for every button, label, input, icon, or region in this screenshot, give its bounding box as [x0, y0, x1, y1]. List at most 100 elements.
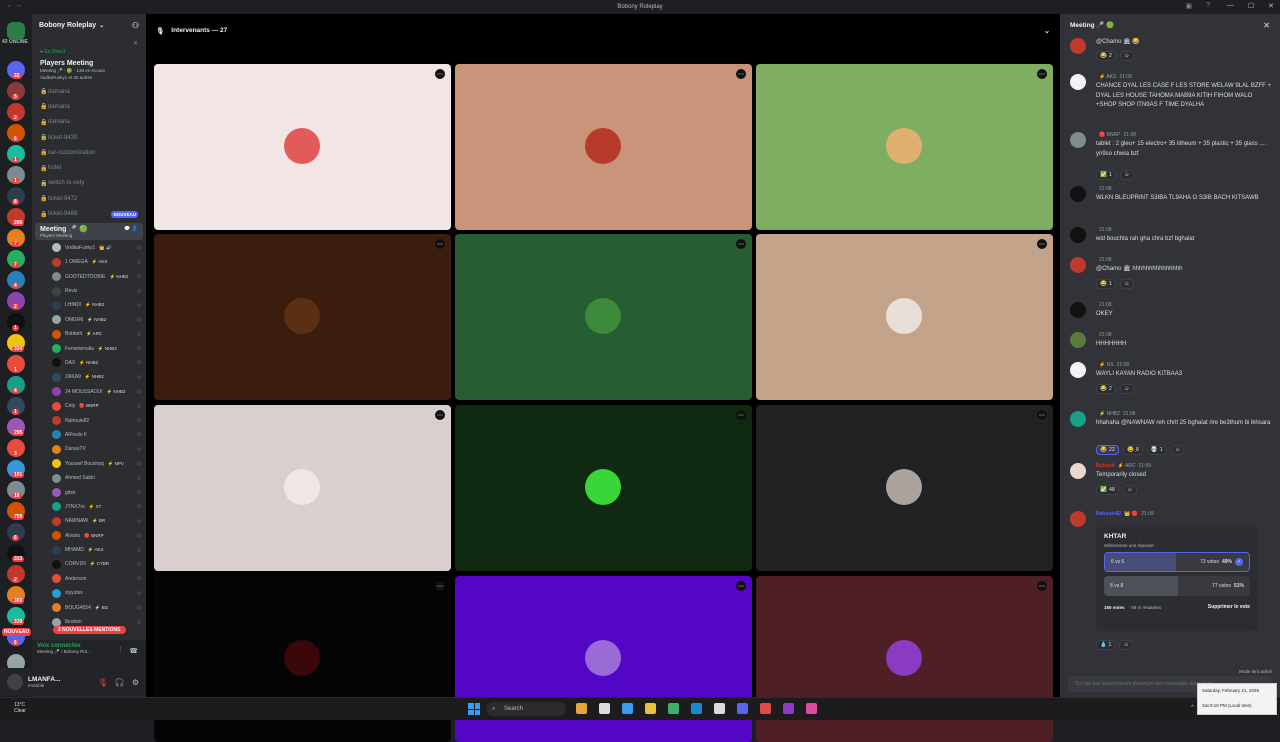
- reaction-chip[interactable]: 😂 2: [1096, 384, 1116, 394]
- taskbar-app-icon[interactable]: [714, 703, 725, 714]
- channel-item[interactable]: 🔒 damana: [32, 99, 146, 114]
- more-options-icon[interactable]: ⋯: [435, 69, 445, 79]
- speaker-tile[interactable]: ⋯: [154, 234, 451, 400]
- reaction-chip[interactable]: 😂 1: [1096, 279, 1116, 289]
- disconnect-icon[interactable]: ☎: [129, 647, 138, 655]
- author-name[interactable]: Bobbelt: [1096, 463, 1115, 469]
- reaction-chip[interactable]: 💧 1: [1096, 640, 1116, 650]
- chevron-down-icon[interactable]: ⌄: [1044, 27, 1050, 35]
- avatar[interactable]: [1070, 227, 1086, 243]
- more-options-icon[interactable]: ⋯: [736, 410, 746, 420]
- speaker-tile[interactable]: ⋯: [455, 64, 752, 230]
- headphones-icon[interactable]: 🎧: [115, 678, 125, 687]
- add-reaction-icon[interactable]: ☺: [1119, 640, 1134, 650]
- voice-user[interactable]: JYNX7rs ⚡ X7 🎙̸: [32, 500, 146, 514]
- voice-user[interactable]: 1 OMEGA ⚡ AKS 🎙̸: [32, 255, 146, 269]
- voice-user[interactable]: LHINDI ⚡ NHB2 🎙̸: [32, 298, 146, 312]
- remove-vote-button[interactable]: Supprimer le vote: [1208, 604, 1250, 610]
- voice-user[interactable]: MHAMD ⚡ AKS 🎙̸: [32, 543, 146, 557]
- reaction-chip[interactable]: ✅ 48: [1096, 485, 1119, 495]
- avatar[interactable]: [1070, 463, 1086, 479]
- speaker-tile[interactable]: ⋯: [756, 405, 1053, 571]
- author-name[interactable]: Nahoule82: [1096, 511, 1121, 517]
- more-options-icon[interactable]: ⋯: [736, 581, 746, 591]
- channel-item[interactable]: 🔒 ticket-9430: [32, 130, 146, 145]
- avatar[interactable]: [7, 674, 23, 690]
- voice-user[interactable]: Reviz 🎙̸: [32, 284, 146, 298]
- speaker-tile[interactable]: ⋯: [756, 64, 1053, 230]
- inbox-icon[interactable]: ▣: [1185, 2, 1192, 10]
- voice-channel-meeting[interactable]: Meeting 🎤 🟢 💬 👤 Players Meeting: [35, 222, 143, 240]
- close-icon[interactable]: ✕: [133, 40, 138, 47]
- taskbar-app-icon[interactable]: [806, 703, 817, 714]
- avatar[interactable]: [1070, 186, 1086, 202]
- avatar[interactable]: [1070, 74, 1086, 90]
- gear-icon[interactable]: ⚙: [132, 678, 139, 687]
- voice-user[interactable]: GOOTEDTOOBIE ⚡ NHB2 🎙̸: [32, 269, 146, 283]
- speaker-tile[interactable]: ⋯: [756, 234, 1053, 400]
- reaction-chip[interactable]: 💀 1: [1146, 445, 1167, 455]
- server-icon[interactable]: [7, 22, 25, 40]
- taskbar-app-icon[interactable]: [783, 703, 794, 714]
- voice-user[interactable]: gitsh 🎙̸: [32, 485, 146, 499]
- channel-item[interactable]: 🔒 damana: [32, 84, 146, 99]
- server-header[interactable]: Bobony Roleplay ⌄ ⚇: [32, 14, 146, 36]
- voice-user[interactable]: Cety 🔴 BNRP 🎙̸: [32, 399, 146, 413]
- more-options-icon[interactable]: ⋯: [1037, 69, 1047, 79]
- reaction-chip[interactable]: 😂 8: [1122, 445, 1143, 455]
- taskbar-app-icon[interactable]: [668, 703, 679, 714]
- poll-answer[interactable]: 6 vs 6 73 votes 49% ✓: [1104, 552, 1250, 572]
- more-options-icon[interactable]: ⋯: [736, 69, 746, 79]
- reaction-chip[interactable]: ✅ 1: [1096, 170, 1116, 180]
- more-options-icon[interactable]: ⋯: [435, 239, 445, 249]
- speaker-tile[interactable]: ⋯: [154, 64, 451, 230]
- voice-user[interactable]: DanasTV 🎙̸: [32, 442, 146, 456]
- voice-user[interactable]: DAX ⚡ NHB2 🎙̸: [32, 356, 146, 370]
- taskbar-app-icon[interactable]: [691, 703, 702, 714]
- voice-user[interactable]: NAWNAW ⚡ BR 🎙̸: [32, 514, 146, 528]
- minimize-button[interactable]: —: [1227, 2, 1234, 10]
- poll-answer[interactable]: 8 vs 8 77 votes 51%: [1104, 576, 1250, 596]
- voice-user[interactable]: Anderson 🎙̸: [32, 572, 146, 586]
- voice-user[interactable]: ZAKA9 ⚡ NHB2 🎙̸: [32, 370, 146, 384]
- nav-back-icon[interactable]: ← →: [6, 2, 22, 9]
- live-event-card[interactable]: ● En Direct ✕ Players Meeting Meeting 🎤 …: [36, 38, 142, 82]
- more-options-icon[interactable]: ⋯: [435, 410, 445, 420]
- voice-user[interactable]: Ahmed Sabiri 🎙̸: [32, 471, 146, 485]
- rail-new-badge[interactable]: NOUVEAU: [2, 628, 32, 636]
- voice-user[interactable]: 24 MOUSSAOUI ⚡ NHB2 🎙̸: [32, 385, 146, 399]
- more-options-icon[interactable]: ⋯: [435, 581, 445, 591]
- close-icon[interactable]: ✕: [1263, 21, 1270, 30]
- avatar[interactable]: [1070, 38, 1086, 54]
- voice-user[interactable]: CORV1N ⚡ CYBR 🎙̸: [32, 557, 146, 571]
- weather-widget[interactable]: 13°C Clear: [14, 702, 26, 714]
- chat-icon[interactable]: 💬 👤: [124, 226, 138, 232]
- more-options-icon[interactable]: ⋯: [736, 239, 746, 249]
- add-reaction-icon[interactable]: ☺: [1170, 445, 1185, 455]
- add-reaction-icon[interactable]: ☺: [1119, 279, 1134, 289]
- channel-item[interactable]: 🔒 hotel: [32, 160, 146, 175]
- channel-item[interactable]: 🔒 damana: [32, 115, 146, 130]
- voice-user[interactable]: BOUG4554 ⚡ BG 🎙̸: [32, 600, 146, 614]
- voice-user[interactable]: Youssef Boushaq ⚡ NPV 🎙̸: [32, 457, 146, 471]
- taskbar-app-icon[interactable]: [645, 703, 656, 714]
- voice-user[interactable]: slyyutss 🎙̸: [32, 586, 146, 600]
- more-options-icon[interactable]: ⋯: [1037, 410, 1047, 420]
- avatar[interactable]: [1070, 257, 1086, 273]
- start-icon[interactable]: [468, 703, 480, 715]
- channel-item[interactable]: 🔒 car-customization: [32, 145, 146, 160]
- maximize-button[interactable]: ☐: [1248, 2, 1254, 10]
- voice-user[interactable]: Fenomenalla ⚡ NHB2 🎙̸: [32, 341, 146, 355]
- avatar[interactable]: [1070, 362, 1086, 378]
- channel-item[interactable]: 🔒 ticket-9472: [32, 191, 146, 206]
- add-reaction-icon[interactable]: ☺: [1119, 51, 1134, 61]
- help-icon[interactable]: ?: [1206, 2, 1210, 10]
- voice-user[interactable]: OMGIRI ⚡ NHB2 🎙̸: [32, 313, 146, 327]
- avatar[interactable]: [1070, 332, 1086, 348]
- close-window-button[interactable]: ✕: [1268, 2, 1274, 10]
- add-reaction-icon[interactable]: ☺: [1119, 170, 1134, 180]
- add-reaction-icon[interactable]: ☺: [1119, 384, 1134, 394]
- avatar[interactable]: [1070, 302, 1086, 318]
- voice-user[interactable]: Bobbelt ⚡ ARC 🎙̸: [32, 327, 146, 341]
- voice-user[interactable]: AlFredo II 🎙̸: [32, 428, 146, 442]
